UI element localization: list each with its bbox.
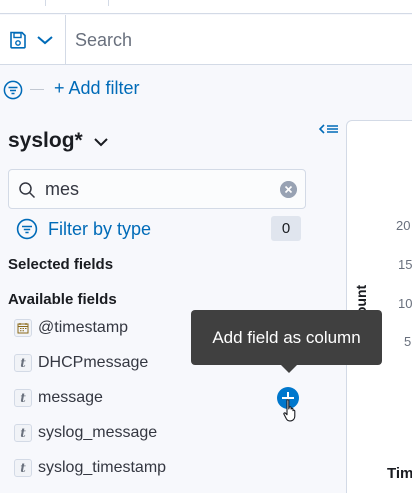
top-strip [0,0,412,14]
collapse-sidebar-icon[interactable] [318,122,340,138]
field-search [8,169,306,209]
field-item-syslog-timestamp[interactable]: t syslog_timestamp [14,454,314,482]
field-name: DHCPmessage [38,354,149,371]
index-pattern-selector[interactable]: syslog* [8,126,109,156]
y-tick: 10 [398,296,412,311]
tooltip: Add field as column [191,310,382,365]
chevron-down-icon [93,138,108,147]
x-axis-label: Tim [387,465,412,482]
chevron-down-icon [37,36,53,45]
field-item-message[interactable]: t message [14,384,314,412]
filter-row: + Add filter [0,74,412,104]
field-name: syslog_timestamp [38,459,167,476]
tooltip-arrow [280,364,298,373]
y-tick: 20 [396,218,411,233]
filter-count-badge: 0 [271,216,301,241]
string-type-icon: t [14,389,32,407]
save-icon [10,31,26,49]
field-name: message [38,389,103,406]
y-tick: 15 [398,257,412,272]
clear-icon[interactable] [280,181,297,198]
field-item-syslog-message[interactable]: t syslog_message [14,419,314,447]
filter-icon [16,218,38,240]
query-bar [0,15,412,65]
string-type-icon: t [14,354,32,372]
selected-fields-title: Selected fields [8,256,114,273]
string-type-icon: t [14,424,32,442]
search-input[interactable] [66,15,412,65]
field-search-input[interactable] [45,170,275,208]
filter-divider [30,89,44,90]
saved-query-button[interactable] [8,27,58,53]
filter-by-type-button[interactable]: Filter by type [16,216,151,242]
add-filter-button[interactable]: + Add filter [54,78,140,99]
y-tick: 5 [404,334,412,349]
pointer-hand-icon [283,399,296,422]
calendar-icon [14,319,32,337]
filter-by-type-label: Filter by type [48,218,152,239]
index-pattern-title: syslog* [8,129,83,152]
field-name: syslog_message [38,424,158,441]
filter-menu-icon[interactable] [3,80,23,100]
field-name: @timestamp [38,319,129,336]
search-icon [19,182,36,199]
tab-divider [45,0,46,6]
tab-divider [108,0,109,6]
available-fields-title: Available fields [8,291,117,308]
string-type-icon: t [14,459,32,477]
